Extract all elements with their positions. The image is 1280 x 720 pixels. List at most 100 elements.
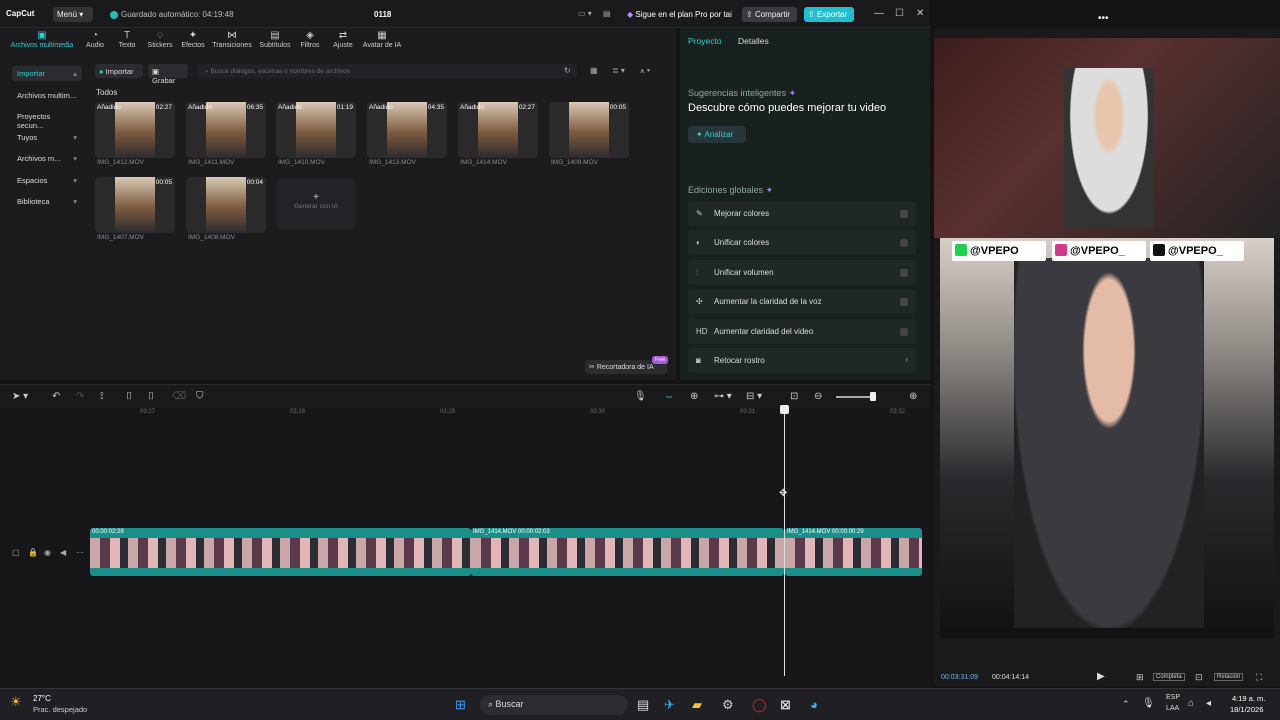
global-edit-row[interactable]: HD Aumentar claridad del video [688,318,916,344]
import-button[interactable]: ● Importar [95,64,143,78]
layout-icon[interactable]: ▭ ▾ [578,9,592,18]
grid-view-icon[interactable]: ▦ [590,66,598,75]
refresh-icon[interactable]: ↻ [564,66,571,75]
cover-icon[interactable]: ▢ [12,548,20,557]
close-icon[interactable]: ✕ [916,8,924,19]
media-thumbnail[interactable]: Añadido 02:27 [95,102,175,158]
toggle-checkbox[interactable] [900,268,908,277]
language[interactable]: ESP [1166,694,1180,701]
media-thumbnail[interactable]: Añadido 06:35 [186,102,266,158]
toggle-checkbox[interactable] [900,210,908,218]
tool-2[interactable]: T Texto [116,30,138,49]
tool-4[interactable]: ✦ Efectos [180,30,206,49]
tool-8[interactable]: ⇄ Ajuste [332,30,354,49]
toggle-checkbox[interactable] [900,327,908,336]
link-icon[interactable]: ⇔ [664,391,674,402]
keyboard-icon[interactable]: ▤ [603,9,611,18]
tab-details[interactable]: Detalles [738,36,769,46]
sidebar-item-4[interactable]: Archivos m... ▾ [12,151,82,166]
zoom-slider[interactable] [836,396,874,398]
tab-project[interactable]: Proyecto [688,36,722,46]
toggle-checkbox[interactable] [900,298,908,307]
toggle-checkbox[interactable] [900,239,908,248]
shield-icon[interactable]: ⛉ [196,391,204,402]
share-button[interactable]: ⇪ Compartir [742,7,797,22]
sidebar-item-0[interactable]: Importar ▴ [12,66,82,81]
generate-ai-card[interactable]: + Generar con IA [276,178,356,230]
folder-icon[interactable]: ▰ [692,697,702,713]
media-thumbnail[interactable]: Añadido 02:27 [458,102,538,158]
tool-5[interactable]: ⋈ Transiciones [212,30,252,49]
snap-icon[interactable]: ⊶ ▾ [714,391,732,402]
media-thumbnail[interactable]: Añadido 04:35 [367,102,447,158]
tool-3[interactable]: ◌ Stickers [147,30,173,49]
tool-9[interactable]: ▦ Avatar de IA [362,30,402,49]
chevron-up-icon[interactable]: ⌃ [1122,699,1130,710]
trim-left-icon[interactable]: ⌷ [126,391,132,402]
language-region[interactable]: LAA [1166,705,1179,712]
sidebar-item-5[interactable]: Espacios ▾ [12,173,82,188]
zoom-out-icon[interactable]: ⊖ [814,391,822,402]
undo-icon[interactable]: ↶ [52,391,60,402]
zoom-in-icon[interactable]: ⊕ [909,391,917,402]
filter-icon[interactable]: ⩚ ▾ [640,66,650,76]
preview-axis-icon[interactable]: ⊟ ▾ [746,391,762,402]
taskbar-search[interactable]: ⌕ Buscar [480,695,628,715]
global-edit-row[interactable]: ✎ Mejorar colores [688,201,916,226]
play-icon[interactable]: ▶ [1097,671,1105,682]
sort-icon[interactable]: ≣ ▾ [612,66,625,75]
sidebar-item-6[interactable]: Biblioteca ▾ [12,194,82,209]
tool-0[interactable]: ▣ Archivos multimedia [8,30,76,49]
telegram-icon[interactable]: ✈ [664,697,675,713]
zoom-slider-handle[interactable] [870,392,876,401]
minimize-icon[interactable]: — [874,8,884,19]
full-button[interactable]: Completa [1153,673,1185,681]
windows-start-icon[interactable]: ⊞ [455,697,466,713]
timeline-clip[interactable]: IMG_1414.MOV 00:00:02:03 [471,528,784,576]
sidebar-item-1[interactable]: Archivos multim... [12,88,82,103]
task-view-icon[interactable]: ▤ [637,697,649,713]
record-button[interactable]: ▣ Grabar [148,64,188,85]
tool-6[interactable]: ▤ Subtítulos [258,30,292,49]
opera-icon[interactable]: ◯ [752,697,767,713]
split-icon[interactable]: ⟟ [100,391,104,402]
grid-icon[interactable]: ⊞ [1136,672,1144,683]
messenger-icon[interactable]: ◕ [810,697,818,712]
media-thumbnail[interactable]: 00:05 [549,102,629,158]
pro-plan-link[interactable]: ◆ Sigue en el plan Pro por tai [627,10,732,19]
media-thumbnail[interactable]: 00:05 [95,177,175,233]
drag-move-icon[interactable]: ✥ [779,488,787,499]
volume-icon[interactable]: ◂ [1206,698,1211,709]
menu-button[interactable]: Menú ▾ [53,7,93,22]
select-tool-icon[interactable]: ➤ ▾ [12,391,28,402]
capcut-taskbar-icon[interactable]: ⊠ [780,697,791,713]
more-icon[interactable]: ••• [1098,13,1109,24]
global-edit-row[interactable]: ⫶ Unificar volumen [688,259,916,285]
microphone-icon[interactable]: 🎙 [1142,698,1155,709]
caption-icon[interactable]: ⊡ [790,391,798,402]
tool-1[interactable]: ◔ Audio [84,30,106,49]
tool-7[interactable]: ◈ Filtros [298,30,322,49]
media-search-input[interactable]: ⌕ Busca diálogos, escenas o nombres de a… [197,64,577,78]
project-name[interactable]: 0118 [374,10,391,19]
network-icon[interactable]: ⌂ [1188,698,1194,709]
timeline-clip[interactable]: 00:00:02:28 [90,528,471,576]
global-edit-row[interactable]: ✣ Aumentar la claridad de la voz [688,289,916,315]
sidebar-item-3[interactable]: Tuyos ▾ [12,130,82,145]
sidebar-item-2[interactable]: Proyectos secun... [12,109,82,130]
delete-icon[interactable]: ⌫ [172,391,186,402]
media-thumbnail[interactable]: 00:04 [186,177,266,233]
redo-icon[interactable]: ↷ [76,391,84,402]
trim-right-icon[interactable]: ⌷ [148,391,154,402]
magnet-icon[interactable]: ⊕ [690,391,698,402]
playhead[interactable] [784,410,785,676]
speaker-icon[interactable]: ◀ [60,548,66,557]
maximize-icon[interactable]: ☐ [895,8,904,19]
analyze-button[interactable]: ✦ Analizar [688,126,746,143]
global-edit-row[interactable]: ◐ Unificar colores [688,230,916,256]
eye-icon[interactable]: ◉ [44,548,51,557]
fullscreen-icon[interactable]: ⛶ [1256,672,1262,683]
focus-icon[interactable]: ⊡ [1195,672,1203,683]
microphone-icon[interactable]: 🎙 [634,391,647,402]
global-edit-row[interactable]: ◙ Retocar rostro › [688,348,916,373]
